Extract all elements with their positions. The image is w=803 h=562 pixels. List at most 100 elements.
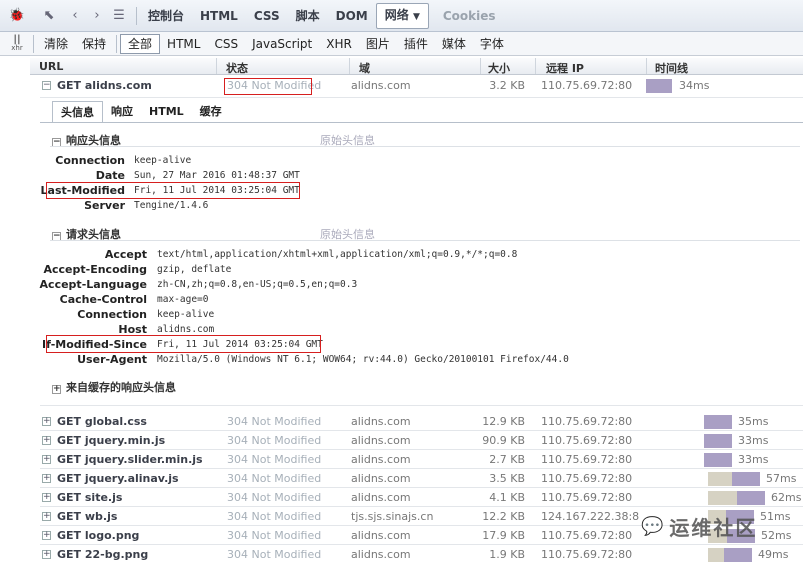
expand-toggle-icon[interactable]: + [42, 512, 51, 521]
request-status: 304 Not Modified [227, 548, 322, 561]
request-time: 33ms [738, 453, 769, 466]
request-ip: 110.75.69.72:80 [541, 529, 633, 542]
column-header: URL 状态 域 大小 远程 IP 时间线 [30, 58, 803, 75]
filter-html[interactable]: HTML [160, 35, 207, 53]
firebug-icon[interactable]: 🐞 [8, 7, 26, 25]
subtab-response[interactable]: 响应 [103, 101, 141, 123]
request-status: 304 Not Modified [227, 453, 322, 466]
tab-dom[interactable]: DOM [328, 5, 376, 27]
filter-xhr[interactable]: XHR [319, 35, 359, 53]
request-size: 4.1 KB [489, 491, 525, 504]
status-highlight [224, 78, 312, 95]
subtab-html[interactable]: HTML [141, 101, 192, 123]
col-timeline[interactable]: 时间线 [655, 60, 688, 76]
tab-console[interactable]: 控制台 [140, 5, 192, 27]
request-time: 49ms [758, 548, 789, 561]
filter-images[interactable]: 图片 [359, 35, 397, 53]
last-modified-highlight [46, 182, 300, 199]
header-value: Tengine/1.4.6 [134, 200, 209, 211]
tab-network-label: 网络 [384, 7, 409, 22]
tab-script[interactable]: 脚本 [288, 5, 328, 27]
request-time: 52ms [761, 529, 792, 542]
subtab-headers[interactable]: 头信息 [52, 101, 103, 123]
request-ip: 124.167.222.38:8 [541, 510, 640, 523]
header-name: Accept-Language [39, 278, 147, 291]
request-url: GET 22-bg.png [57, 548, 149, 561]
filter-plugins[interactable]: 插件 [397, 35, 435, 53]
main-toolbar: 🐞 ⬉ ‹ › ☰ 控制台 HTML CSS 脚本 DOM 网络 ▼ Cooki… [0, 0, 803, 32]
timeline-bar [737, 491, 765, 505]
list-icon[interactable]: ☰ [110, 7, 128, 25]
tab-underline [40, 122, 803, 123]
back-icon[interactable]: ‹ [66, 7, 84, 25]
expand-toggle-icon[interactable]: + [42, 493, 51, 502]
xhr-icon-label: xhr [11, 43, 23, 52]
filter-all[interactable]: 全部 [120, 33, 161, 54]
expand-toggle-icon[interactable]: + [42, 436, 51, 445]
separator [33, 34, 34, 53]
header-name: Server [84, 199, 125, 212]
request-row[interactable]: + GET jquery.slider.min.js 304 Not Modifie… [40, 450, 803, 469]
clear-button[interactable]: 清除 [37, 35, 75, 53]
request-row[interactable]: + GET jquery.min.js 304 Not Modified alidns… [40, 431, 803, 450]
header-name: Connection [55, 154, 125, 167]
request-size: 90.9 KB [482, 434, 525, 447]
cached-headers-section[interactable]: + 来自缓存的响应头信息 [52, 379, 176, 395]
column-divider [216, 58, 217, 74]
tab-cookies[interactable]: Cookies [435, 5, 504, 27]
request-row-main[interactable]: − GET alidns.com 304 Not Modified alidns… [40, 76, 803, 98]
expand-toggle-icon[interactable]: + [42, 417, 51, 426]
filter-fonts[interactable]: 字体 [473, 35, 511, 53]
request-url: GET wb.js [57, 510, 118, 523]
header-name: Cache-Control [59, 293, 147, 306]
column-divider [480, 58, 481, 74]
expand-toggle-icon[interactable]: + [42, 474, 51, 483]
header-value: text/html,application/xhtml+xml,applicat… [157, 249, 518, 260]
tab-css[interactable]: CSS [246, 5, 288, 27]
expand-icon[interactable]: + [52, 385, 61, 394]
filter-javascript[interactable]: JavaScript [245, 35, 319, 53]
request-row[interactable]: + GET site.js 304 Not Modified alidns.com 4.… [40, 488, 803, 507]
persist-button[interactable]: 保持 [75, 35, 113, 53]
col-remote-ip[interactable]: 远程 IP [546, 60, 584, 76]
request-domain: alidns.com [351, 491, 411, 504]
request-url: GET jquery.min.js [57, 434, 166, 447]
request-row[interactable]: + GET global.css 304 Not Modified alidns.co… [40, 412, 803, 431]
request-detail-panel: 头信息 响应 HTML 缓存 − 响应头信息 原始头信息 Connection ke… [40, 98, 803, 406]
header-value: keep-alive [157, 309, 215, 320]
subtab-cache[interactable]: 缓存 [192, 101, 230, 123]
header-name: User-Agent [77, 353, 147, 366]
request-time: 35ms [738, 415, 769, 428]
expand-toggle-icon[interactable]: + [42, 550, 51, 559]
col-size[interactable]: 大小 [488, 60, 510, 76]
col-domain[interactable]: 域 [359, 60, 370, 76]
filter-media[interactable]: 媒体 [435, 35, 473, 53]
forward-icon[interactable]: › [88, 7, 106, 25]
header-value: Sun, 27 Mar 2016 01:48:37 GMT [134, 170, 300, 181]
wechat-icon: 💬 [641, 516, 664, 537]
request-ip: 110.75.69.72:80 [541, 453, 633, 466]
filter-toolbar: || xhr 清除 保持 全部 HTML CSS JavaScript XHR 图… [0, 32, 803, 56]
request-domain: alidns.com [351, 472, 411, 485]
timeline-bar [704, 453, 732, 467]
request-status: 304 Not Modified [227, 472, 322, 485]
col-status[interactable]: 状态 [226, 60, 248, 76]
separator [136, 6, 137, 25]
timeline-bar [732, 472, 760, 486]
request-ip: 110.75.69.72:80 [541, 548, 633, 561]
col-url[interactable]: URL [39, 60, 63, 73]
expand-toggle-icon[interactable]: + [42, 455, 51, 464]
xhr-breakpoint-icon[interactable]: || xhr [9, 34, 25, 52]
header-name: Date [95, 169, 125, 182]
inspect-icon[interactable]: ⬉ [40, 7, 58, 25]
filter-css[interactable]: CSS [207, 35, 245, 53]
expand-toggle-icon[interactable]: + [42, 531, 51, 540]
request-row[interactable]: + GET jquery.alinav.js 304 Not Modified ali… [40, 469, 803, 488]
tab-html[interactable]: HTML [192, 5, 246, 27]
request-domain: alidns.com [351, 548, 411, 561]
collapse-toggle-icon[interactable]: − [42, 81, 51, 90]
chevron-down-icon: ▼ [412, 11, 420, 22]
request-row[interactable]: + GET 22-bg.png 304 Not Modified alidns.com… [40, 545, 803, 562]
tab-network[interactable]: 网络 ▼ [375, 2, 429, 29]
request-time: 62ms [771, 491, 802, 504]
